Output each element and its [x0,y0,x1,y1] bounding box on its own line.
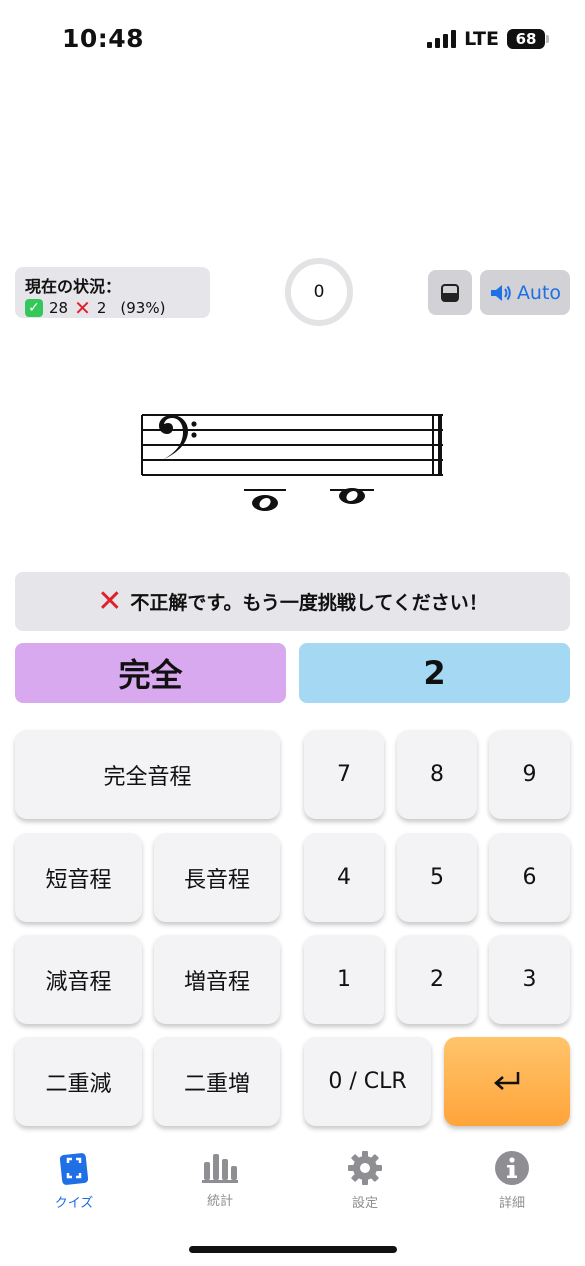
perfect-interval-key[interactable]: 完全音程 [15,730,280,819]
display-toggle-button[interactable] [428,270,472,315]
digit-key-9[interactable]: 9 [489,730,570,819]
status-indicators: LTE 68 [427,28,549,50]
double-augmented-key[interactable]: 二重増 [154,1037,280,1126]
augmented-interval-key[interactable]: 増音程 [154,935,280,1024]
audio-auto-label: Auto [516,281,562,304]
feedback-message: ✕ 不正解です。もう一度挑戦してください！ [15,572,570,631]
digit-key-4[interactable]: 4 [304,833,384,922]
signal-icon [427,30,457,48]
tab-info[interactable]: 詳細 [452,1150,572,1211]
tab-quiz[interactable]: クイズ [14,1150,134,1211]
tab-settings-label: 設定 [351,1196,378,1211]
bass-clef-icon [159,415,197,460]
half-square-icon [441,283,459,302]
tab-info-label: 詳細 [498,1196,525,1211]
minor-interval-key[interactable]: 短音程 [15,833,142,922]
quiz-card-icon [59,1153,89,1185]
answer-quality-display: 完全 [15,643,286,703]
tab-stats[interactable]: 統計 [160,1150,280,1209]
enter-key[interactable] [444,1037,570,1126]
double-diminished-key[interactable]: 二重減 [15,1037,142,1126]
accuracy-percent: (93%) [120,299,166,317]
digit-key-2[interactable]: 2 [397,935,477,1024]
audio-auto-button[interactable]: Auto [480,270,570,315]
gear-icon [348,1151,382,1185]
whole-note-lower [252,495,278,511]
answer-number-display: 2 [299,643,570,703]
cross-icon: ✕ [74,296,91,320]
speaker-icon [490,284,511,301]
tab-quiz-label: クイズ [54,1196,94,1211]
battery-level: 68 [515,30,537,48]
tab-stats-label: 統計 [206,1194,233,1209]
music-staff [141,414,443,511]
whole-note-upper [339,488,365,504]
status-time: 10:48 [62,24,145,53]
home-indicator[interactable] [189,1246,397,1253]
score-line: ✓ 28 ✕ 2 (93%) [25,296,200,320]
bar-chart-icon [202,1154,238,1183]
return-arrow-icon [494,1071,520,1090]
wrong-count: 2 [96,299,107,317]
diminished-interval-key[interactable]: 減音程 [15,935,142,1024]
info-icon [495,1151,529,1185]
battery-icon: 68 [507,29,549,49]
digit-key-8[interactable]: 8 [397,730,477,819]
feedback-text: 不正解です。もう一度挑戦してください！ [130,592,488,614]
network-type: LTE [464,28,499,50]
timer-ring: 0 [285,258,353,326]
digit-key-5[interactable]: 5 [397,833,477,922]
correct-count: 28 [49,299,69,317]
timer-value: 0 [313,282,325,302]
digit-key-3[interactable]: 3 [489,935,570,1024]
digit-key-6[interactable]: 6 [489,833,570,922]
check-icon: ✓ [25,299,43,317]
score-title: 現在の状況： [25,277,122,296]
major-interval-key[interactable]: 長音程 [154,833,280,922]
zero-clear-key[interactable]: 0 / CLR [304,1037,431,1126]
tab-settings[interactable]: 設定 [305,1150,425,1211]
digit-key-7[interactable]: 7 [304,730,384,819]
digit-key-1[interactable]: 1 [304,935,384,1024]
cross-icon: ✕ [97,583,123,619]
score-panel: 現在の状況： ✓ 28 ✕ 2 (93%) [15,267,210,318]
